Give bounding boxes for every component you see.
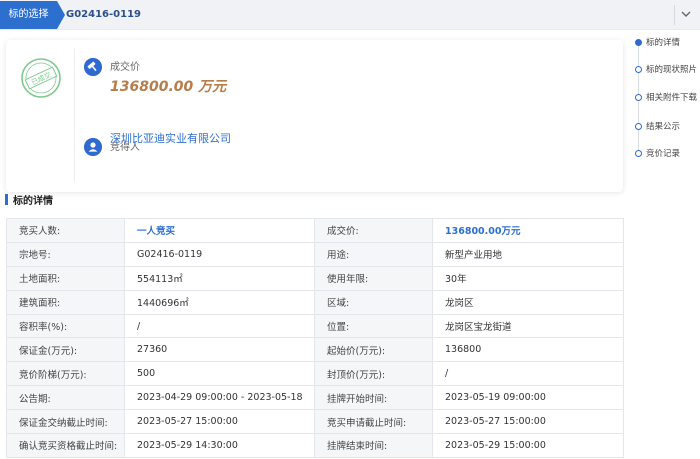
lot-selector-bar[interactable]: 标的选择 G02416-0119: [0, 0, 700, 30]
detail-key-cell: 起始价(万元):: [314, 337, 433, 363]
detail-value-cell: 27360: [124, 337, 315, 363]
detail-value-cell: 一人竞买: [124, 218, 315, 243]
deal-stamp-icon: 已成交: [21, 58, 61, 98]
nav-dot-icon: [635, 66, 642, 73]
detail-key-cell: 保证金交纳截止时间:: [6, 409, 125, 435]
table-row: 公告期: 2023-04-29 09:00:00 - 2023-05-18 挂牌开始…: [6, 385, 624, 411]
detail-key-cell: 挂牌开始时间:: [314, 385, 433, 411]
deal-summary-card: 已成交 成交价 136800.00 万元 竞得人 深圳比亚迪实业有限公司: [6, 40, 623, 192]
nav-item-details[interactable]: 标的详情: [634, 36, 700, 50]
details-table-body: 竞买人数: 一人竞买 成交价: 136800.00万元 宗地号: G02416-0119 用…: [6, 218, 624, 458]
detail-key-cell: 成交价:: [314, 218, 433, 243]
detail-key-cell: 区域:: [314, 289, 433, 315]
detail-value-cell: 136800.00万元: [432, 218, 624, 243]
nav-item-result[interactable]: 结果公示: [634, 120, 700, 134]
detail-value-cell: 30年: [432, 265, 624, 291]
detail-key-cell: 挂牌结束时间:: [314, 433, 433, 458]
table-row: 宗地号: G02416-0119 用途: 新型产业用地: [6, 241, 624, 267]
nav-dot-icon: [635, 94, 642, 101]
detail-key-cell: 土地面积:: [6, 265, 125, 291]
table-row: 保证金(万元): 27360 起始价(万元): 136800: [6, 337, 624, 363]
detail-key-cell: 竞买申请截止时间:: [314, 409, 433, 435]
detail-key-cell: 竞买人数:: [6, 218, 125, 243]
detail-value-cell: 龙岗区: [432, 289, 624, 315]
nav-item-attachments[interactable]: 相关附件下载: [634, 91, 700, 105]
nav-dot-active-icon: [635, 39, 642, 46]
detail-value-cell: /: [432, 361, 624, 387]
section-title-marker: [5, 194, 8, 205]
nav-item-label: 标的详情: [646, 38, 681, 48]
detail-value-cell: 2023-05-29 14:30:00: [124, 433, 315, 458]
detail-key-cell: 位置:: [314, 313, 433, 339]
nav-dot-icon: [635, 150, 642, 157]
detail-value-cell: 2023-05-27 15:00:00: [124, 409, 315, 435]
table-row: 容积率(%): / 位置: 龙岗区宝龙街道: [6, 313, 624, 339]
table-row: 竞价阶梯(万元): 500 封顶价(万元): /: [6, 361, 624, 387]
detail-key-cell: 确认竞买资格截止时间:: [6, 433, 125, 458]
user-icon: [84, 138, 102, 156]
nav-item-bid-records[interactable]: 竞价记录: [634, 147, 700, 161]
detail-value-cell: G02416-0119: [124, 241, 315, 267]
detail-key-cell: 容积率(%):: [6, 313, 125, 339]
section-title: 标的详情: [13, 196, 53, 207]
detail-value-cell: 2023-04-29 09:00:00 - 2023-05-18: [124, 385, 315, 411]
nav-item-photos[interactable]: 标的现状照片: [634, 63, 700, 77]
nav-item-label: 相关附件下载: [646, 93, 698, 103]
detail-value-cell: 1440696㎡: [124, 289, 315, 315]
deal-price-label: 成交价: [110, 62, 140, 73]
lot-select-value[interactable]: G02416-0119: [66, 0, 141, 30]
table-row: 保证金交纳截止时间: 2023-05-27 15:00:00 竞买申请截止时间: 20…: [6, 409, 624, 435]
nav-item-label: 结果公示: [646, 122, 681, 132]
details-table: 竞买人数: 一人竞买 成交价: 136800.00万元 宗地号: G02416-0119 用…: [6, 218, 624, 458]
detail-value-cell: /: [124, 313, 315, 339]
detail-key-cell: 公告期:: [6, 385, 125, 411]
nav-item-label: 竞价记录: [646, 149, 681, 159]
detail-key-cell: 使用年限:: [314, 265, 433, 291]
detail-key-cell: 宗地号:: [6, 241, 125, 267]
chevron-down-icon[interactable]: [679, 7, 693, 21]
detail-value-cell: 554113㎡: [124, 265, 315, 291]
gavel-icon: [84, 58, 102, 76]
dropdown-divider: [674, 5, 675, 25]
table-row: 建筑面积: 1440696㎡ 区域: 龙岗区: [6, 289, 624, 315]
detail-value-cell: 2023-05-29 15:00:00: [432, 433, 624, 458]
detail-key-cell: 建筑面积:: [6, 289, 125, 315]
nav-dot-icon: [635, 123, 642, 130]
detail-key-cell: 竞价阶梯(万元):: [6, 361, 125, 387]
table-row: 确认竞买资格截止时间: 2023-05-29 14:30:00 挂牌结束时间: 202…: [6, 433, 624, 458]
nav-item-label: 标的现状照片: [646, 65, 698, 75]
detail-value-cell: 2023-05-27 15:00:00: [432, 409, 624, 435]
detail-value-cell: 136800: [432, 337, 624, 363]
lot-select-label: 标的选择: [0, 1, 65, 29]
winner-value[interactable]: 深圳比亚迪实业有限公司: [110, 130, 231, 146]
detail-value-cell: 龙岗区宝龙街道: [432, 313, 624, 339]
table-row: 土地面积: 554113㎡ 使用年限: 30年: [6, 265, 624, 291]
table-row: 竞买人数: 一人竞买 成交价: 136800.00万元: [6, 218, 624, 243]
detail-value-cell: 2023-05-19 09:00:00: [432, 385, 624, 411]
section-nav: 标的详情 标的现状照片 相关附件下载 结果公示 竞价记录: [634, 33, 700, 163]
detail-key-cell: 保证金(万元):: [6, 337, 125, 363]
detail-key-cell: 封顶价(万元):: [314, 361, 433, 387]
deal-price-value: 136800.00 万元: [110, 79, 227, 95]
card-divider: [74, 48, 75, 182]
detail-value-cell: 新型产业用地: [432, 241, 624, 267]
detail-key-cell: 用途:: [314, 241, 433, 267]
detail-value-cell: 500: [124, 361, 315, 387]
